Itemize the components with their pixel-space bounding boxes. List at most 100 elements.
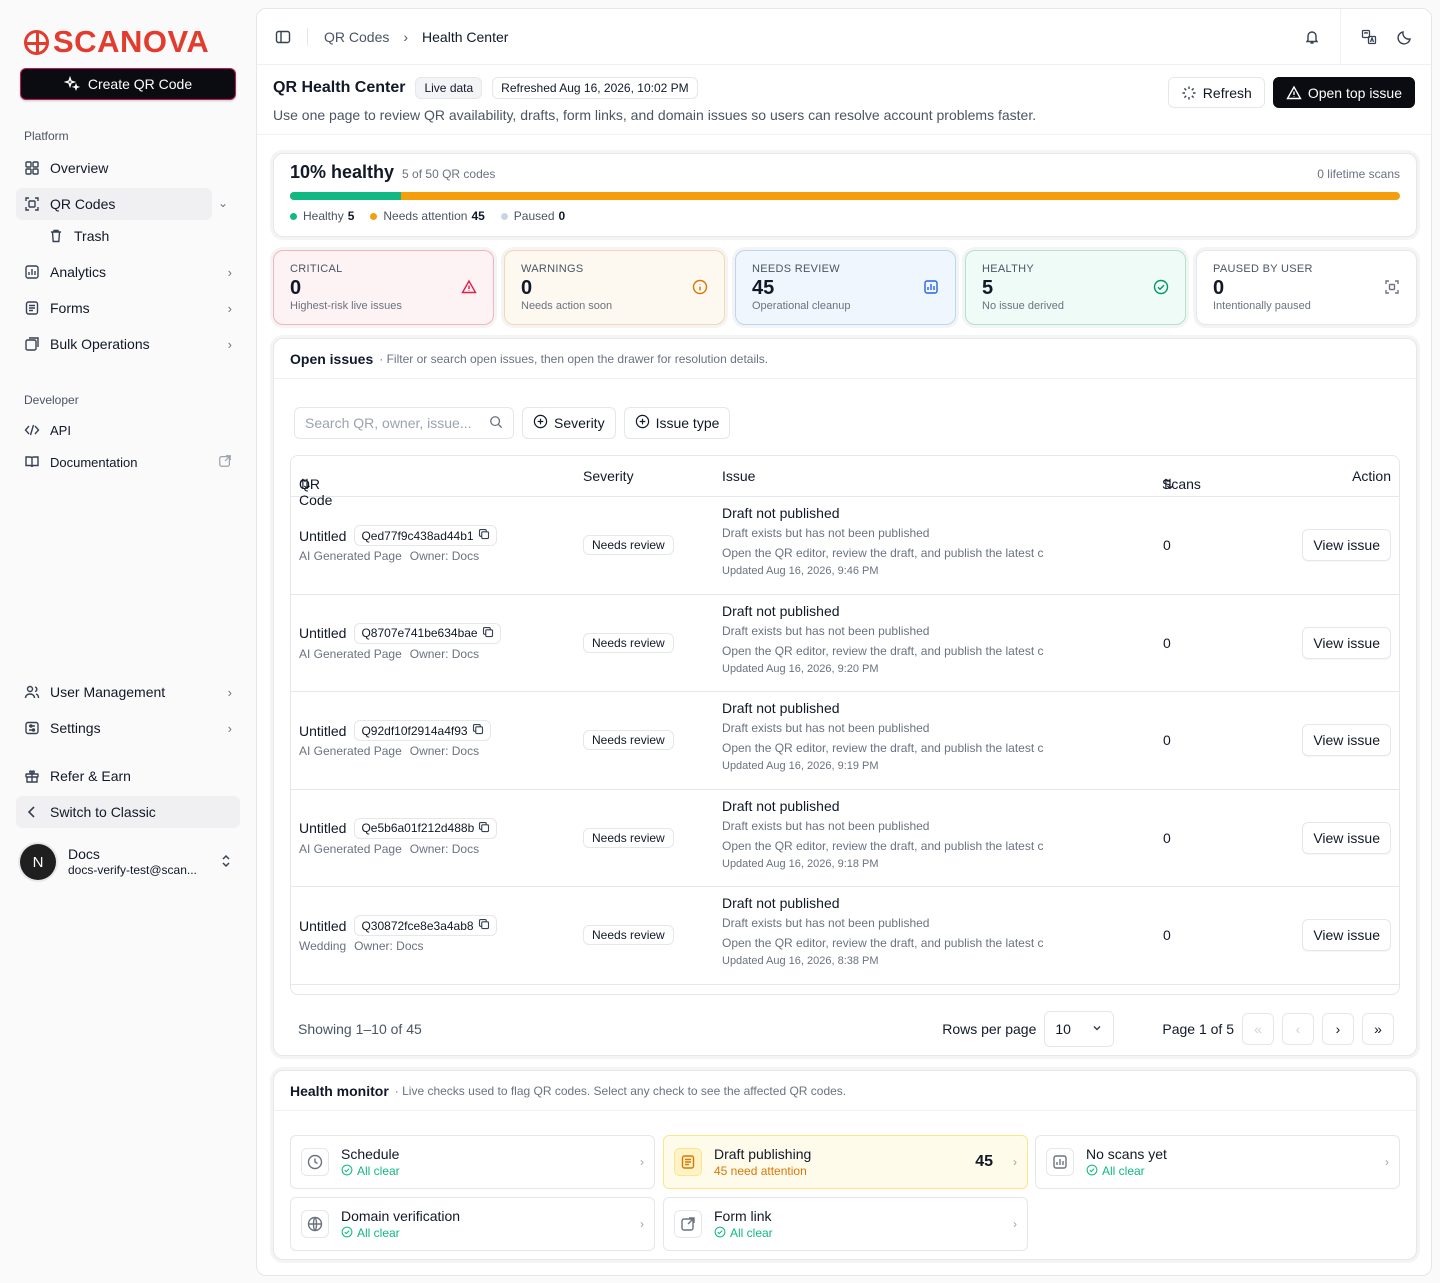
qr-code-pill[interactable]: Q30872fce8e3a4ab8 — [354, 915, 497, 936]
issue-title: Draft not published — [722, 797, 840, 814]
health-check-domain-verification[interactable]: Domain verification All clear › — [290, 1197, 655, 1251]
stat-card-needs-review[interactable]: NEEDS REVIEW 45 Operational cleanup — [735, 250, 956, 325]
column-severity: Severity — [583, 468, 634, 484]
table-row[interactable]: Untitled Q92df10f2914a4f93 AI Generated … — [291, 692, 1399, 790]
health-check-draft-publishing[interactable]: Draft publishing 45 need attention 45 › — [663, 1135, 1028, 1189]
create-qr-button[interactable]: Create QR Code — [20, 68, 236, 100]
view-issue-button[interactable]: View issue — [1302, 626, 1391, 659]
view-issue-button[interactable]: View issue — [1302, 724, 1391, 756]
check-status: All clear — [357, 1164, 400, 1178]
stat-label: HEALTHY — [982, 263, 1035, 275]
layers-icon — [24, 336, 40, 352]
view-issue-button[interactable]: View issue — [1302, 919, 1391, 951]
language-icon[interactable] — [1361, 29, 1377, 45]
copy-icon[interactable] — [478, 528, 490, 543]
divider — [307, 27, 308, 46]
refresh-button[interactable]: Refresh — [1167, 77, 1265, 108]
qr-code-pill[interactable]: Qe5b6a01f212d488b — [354, 817, 498, 839]
sidebar-item-switch-classic[interactable]: Switch to Classic — [16, 796, 240, 828]
table-row[interactable]: Untitled Qed77f9c438ad44b1 AI Generated … — [291, 497, 1399, 595]
qr-type: AI Generated Page — [299, 841, 402, 856]
search-placeholder: Search QR, owner, issue... — [305, 415, 472, 431]
table-row[interactable]: Untitled Qe5b6a01f212d488b AI Generated … — [291, 790, 1399, 887]
last-page-button[interactable]: » — [1362, 1013, 1394, 1045]
table-row[interactable]: Untitled Q8707e741be634bae AI Generated … — [291, 595, 1399, 692]
user-menu[interactable]: N Docs docs-verify-test@scan... — [16, 838, 240, 886]
next-page-button[interactable]: › — [1322, 1013, 1354, 1045]
health-check-schedule[interactable]: Schedule All clear › — [290, 1135, 655, 1189]
moon-icon[interactable] — [1397, 29, 1413, 45]
view-issue-button[interactable]: View issue — [1302, 529, 1391, 561]
stat-card-healthy[interactable]: HEALTHY 5 No issue derived — [965, 250, 1186, 325]
health-check-form-link[interactable]: Form link All clear › — [663, 1197, 1028, 1251]
bell-icon[interactable] — [1304, 29, 1320, 45]
qr-owner: Owner: Docs — [409, 841, 480, 856]
chevron-down-icon[interactable]: ⌄ — [218, 196, 228, 210]
sidebar-item-trash[interactable]: Trash — [40, 220, 240, 252]
qr-code-id: Qe5b6a01f212d488b — [361, 821, 475, 835]
legend-item: Healthy 5 — [290, 209, 354, 223]
sidebar-item-documentation[interactable]: Documentation — [16, 446, 240, 478]
stat-value: 45 — [752, 277, 775, 299]
issue-type-filter-button[interactable]: Issue type — [623, 407, 731, 439]
health-monitor-desc: · Live checks used to flag QR codes. Sel… — [394, 1083, 847, 1098]
issues-table: QR Code ⇅ Severity Issue Scans ⇅ Action … — [290, 455, 1400, 995]
issue-detail: Draft exists but has not been published — [722, 818, 930, 833]
sidebar-item-settings[interactable]: Settings › — [16, 712, 240, 744]
issue-fix: Open the QR editor, review the draft, an… — [722, 838, 1044, 853]
stat-card-critical[interactable]: CRITICAL 0 Highest-risk live issues — [273, 250, 494, 325]
legend-value: 5 — [347, 209, 355, 223]
copy-icon[interactable] — [472, 723, 484, 738]
qr-code-pill[interactable]: Q8707e741be634bae — [354, 622, 501, 644]
sidebar-toggle-icon[interactable] — [275, 29, 291, 45]
open-top-issue-button[interactable]: Open top issue — [1272, 77, 1415, 108]
column-action: Action — [1352, 468, 1391, 484]
qr-owner: Owner: Docs — [409, 646, 480, 661]
copy-icon[interactable] — [482, 626, 494, 641]
form-icon — [24, 300, 40, 316]
sidebar-item-overview[interactable]: Overview — [16, 152, 240, 184]
first-page-button[interactable]: « — [1242, 1013, 1274, 1045]
prev-page-button[interactable]: ‹ — [1282, 1013, 1314, 1045]
issue-title: Draft not published — [722, 602, 840, 619]
brand-logo[interactable]: SCANOVA — [24, 24, 209, 60]
draft-icon — [674, 1148, 702, 1176]
chevron-right-icon: › — [640, 1155, 644, 1169]
severity-badge: Needs review — [583, 730, 674, 750]
breadcrumb: QR Codes › Health Center — [324, 29, 508, 45]
health-progress-fill — [290, 192, 401, 200]
sidebar-item-api[interactable]: API — [16, 414, 240, 446]
qr-name: Untitled — [299, 917, 347, 934]
sidebar-item-refer[interactable]: Refer & Earn — [16, 760, 240, 792]
scan-count: 0 — [1163, 829, 1171, 846]
search-input[interactable]: Search QR, owner, issue... — [294, 407, 514, 439]
sparkle-icon — [63, 76, 80, 92]
view-issue-button[interactable]: View issue — [1302, 821, 1391, 854]
severity-badge: Needs review — [583, 925, 674, 945]
stat-value: 0 — [1213, 277, 1225, 299]
rows-per-page-select[interactable]: 10 — [1044, 1011, 1115, 1047]
health-check-no-scans-yet[interactable]: No scans yet All clear › — [1035, 1135, 1400, 1189]
copy-icon[interactable] — [478, 821, 490, 836]
qr-code-pill[interactable]: Qed77f9c438ad44b1 — [354, 525, 497, 546]
stat-card-warnings[interactable]: WARNINGS 0 Needs action soon — [504, 250, 725, 325]
sidebar: SCANOVA Create QR Code Platform Overview… — [0, 0, 256, 1283]
plus-circle-icon — [635, 414, 650, 432]
stat-label: PAUSED BY USER — [1213, 263, 1313, 275]
page-title: QR Health Center — [273, 79, 406, 96]
severity-filter-button[interactable]: Severity — [522, 407, 616, 439]
sidebar-item-forms[interactable]: Forms › — [16, 292, 240, 324]
breadcrumb-parent[interactable]: QR Codes — [324, 29, 389, 45]
sidebar-item-user-management[interactable]: User Management › — [16, 676, 240, 708]
chevron-left-icon — [24, 804, 40, 820]
sidebar-item-qr-codes[interactable]: QR Codes — [16, 188, 212, 220]
chevron-right-icon: › — [1013, 1155, 1017, 1169]
qr-name: Untitled — [299, 527, 347, 544]
qr-code-pill[interactable]: Q92df10f2914a4f93 — [354, 720, 491, 741]
copy-icon[interactable] — [478, 918, 490, 933]
table-row[interactable]: Untitled Q30872fce8e3a4ab8 Wedding Owner:… — [291, 887, 1399, 985]
scan-count: 0 — [1163, 537, 1171, 553]
stat-card-paused-by-user[interactable]: PAUSED BY USER 0 Intentionally paused — [1196, 250, 1417, 325]
sidebar-item-bulk[interactable]: Bulk Operations › — [16, 328, 240, 360]
sidebar-item-analytics[interactable]: Analytics › — [16, 256, 240, 288]
